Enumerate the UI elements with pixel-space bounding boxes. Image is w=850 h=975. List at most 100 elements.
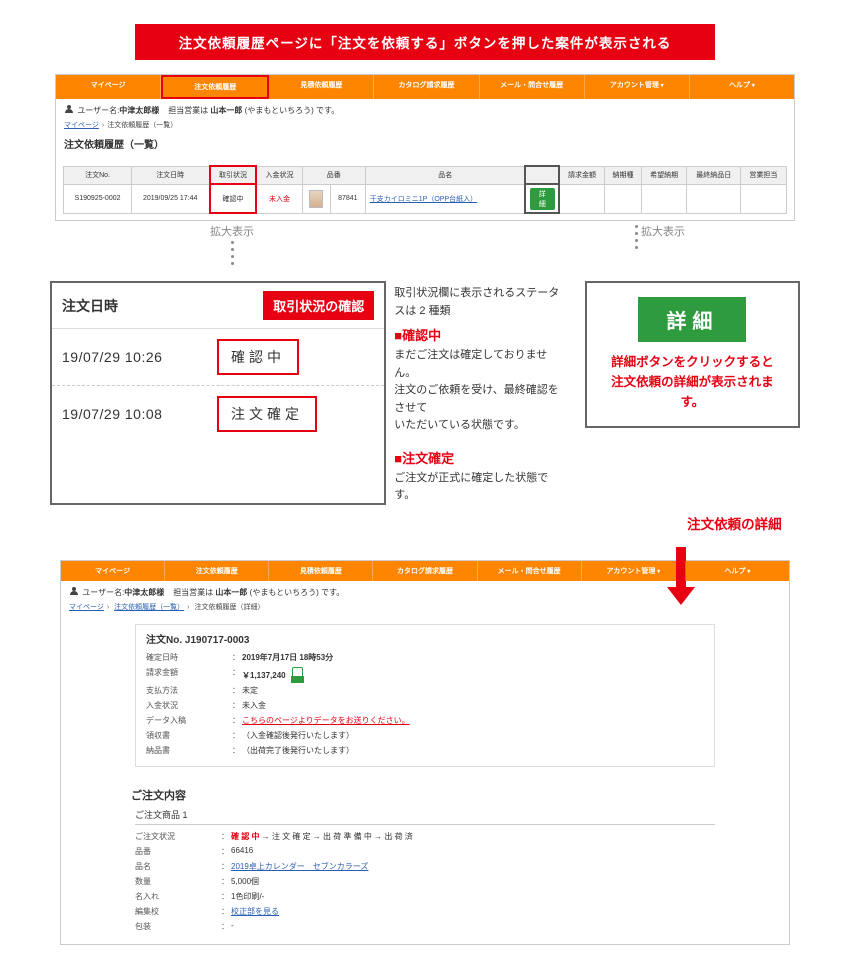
cell-name: 干支カイロミニ1P（OPP台紙入） bbox=[365, 184, 525, 213]
status-note-1-body: まだご注文は確定しておりません。 注文のご依頼を受け、最終確認をさせて いただい… bbox=[394, 347, 567, 435]
cell-delivtype bbox=[605, 184, 642, 213]
cell-sales bbox=[741, 184, 786, 213]
order-key: 入金状況 bbox=[146, 700, 232, 711]
order-content-section: ご注文商品 1 ご注文状況：確 認 中 → 注 文 確 定 → 出 荷 準 備 … bbox=[135, 805, 715, 934]
bc2-c: 注文依頼履歴（詳細） bbox=[194, 604, 264, 611]
content-value[interactable]: 2019卓上カレンダー セブンカラーズ bbox=[231, 861, 715, 872]
sales-kana-2: (やまもといちろう) です。 bbox=[250, 588, 345, 597]
breadcrumb-mypage[interactable]: マイページ bbox=[64, 122, 99, 129]
cell-final bbox=[687, 184, 741, 213]
content-value: 66416 bbox=[231, 846, 715, 857]
arrow-label: 注文依頼の詳細 bbox=[687, 517, 782, 532]
bnav-order-history[interactable]: 注文依頼履歴 bbox=[165, 561, 269, 581]
order-key: 請求金額 bbox=[146, 667, 232, 681]
status-header: 注文日時 bbox=[62, 296, 118, 316]
th-pay: 入金状況 bbox=[256, 166, 302, 184]
colon: ： bbox=[232, 700, 242, 711]
status-note-2-head: ■注文確定 bbox=[394, 449, 567, 470]
colon: ： bbox=[221, 906, 231, 917]
bnav-estimate-history[interactable]: 見積依頼履歴 bbox=[269, 561, 373, 581]
arrow-section: 注文依頼の詳細 bbox=[608, 513, 850, 550]
colon: ： bbox=[221, 861, 231, 872]
breadcrumb: マイページ›注文依頼履歴（一覧） bbox=[56, 118, 794, 134]
nav-catalog-history[interactable]: カタログ請求履歴 bbox=[374, 75, 479, 99]
content-kv-row: 包装：- bbox=[135, 919, 715, 934]
table-header-row: 注文No. 注文日時 取引状況 入金状況 品番 品名 請求金額 納期種 希望納期… bbox=[64, 166, 786, 184]
order-value: （入金確認後発行いたします） bbox=[242, 730, 704, 741]
status-note-2: ■注文確定 ご注文が正式に確定した状態です。 bbox=[394, 449, 567, 505]
status-time-1: 19/07/29 10:26 bbox=[62, 349, 217, 365]
user-name-2: 中津太郎様 bbox=[124, 588, 164, 597]
sales-name-2: 山本一郎 bbox=[215, 588, 247, 597]
product-thumb bbox=[309, 190, 323, 208]
detail-big-button: 詳細 bbox=[638, 297, 746, 342]
dots-left bbox=[210, 241, 254, 265]
content-key: 編集校 bbox=[135, 906, 221, 917]
bc2-b[interactable]: 注文依頼履歴（一覧） bbox=[114, 604, 184, 611]
status-intro: 取引状況欄に表示されるステータスは 2 種類 bbox=[394, 285, 567, 320]
cell-status: 確認中 bbox=[210, 184, 257, 213]
product-link[interactable]: 干支カイロミニ1P（OPP台紙入） bbox=[370, 196, 477, 203]
nav-mypage[interactable]: マイページ bbox=[56, 75, 161, 99]
content-kv-row: 名入れ：1色印刷/- bbox=[135, 889, 715, 904]
colon: ： bbox=[221, 876, 231, 887]
bnav-account[interactable]: アカウント管理 bbox=[582, 561, 686, 581]
nav-order-history[interactable]: 注文依頼履歴 bbox=[161, 75, 269, 99]
instruction-banner: 注文依頼履歴ページに「注文を依頼する」ボタンを押した案件が表示される bbox=[135, 24, 715, 60]
sales-kana: (やまもといちろう) です。 bbox=[245, 106, 340, 115]
th-wish: 希望納期 bbox=[641, 166, 686, 184]
order-value[interactable]: こちらのページよりデータをお送りください。 bbox=[242, 715, 704, 726]
content-value: 確 認 中 → 注 文 確 定 → 出 荷 準 備 中 → 出 荷 済 bbox=[231, 831, 715, 842]
colon: ： bbox=[232, 715, 242, 726]
bnav-mail-history[interactable]: メール・問合せ履歴 bbox=[478, 561, 582, 581]
content-value[interactable]: 校正部を見る bbox=[231, 906, 715, 917]
zoom-label-right: 拡大表示 bbox=[641, 226, 685, 238]
content-kv-row: 品番：66416 bbox=[135, 844, 715, 859]
sales-label: 担当営業は bbox=[168, 106, 208, 115]
bnav-help[interactable]: ヘルプ bbox=[686, 561, 789, 581]
cell-detail: 詳細 bbox=[525, 184, 559, 213]
nav-mail-history[interactable]: メール・問合せ履歴 bbox=[480, 75, 585, 99]
nav-help[interactable]: ヘルプ bbox=[690, 75, 794, 99]
breadcrumb-current: 注文依頼履歴（一覧） bbox=[107, 122, 177, 129]
colon: ： bbox=[232, 745, 242, 756]
nav-estimate-history[interactable]: 見積依頼履歴 bbox=[269, 75, 374, 99]
zoom-labels-row: 拡大表示 拡大表示 bbox=[210, 223, 685, 267]
th-final: 最終納品日 bbox=[687, 166, 741, 184]
user-label: ユーザー名: bbox=[77, 106, 119, 115]
bc2-a[interactable]: マイページ bbox=[69, 604, 104, 611]
content-value: 5,000個 bbox=[231, 876, 715, 887]
status-notes: 取引状況欄に表示されるステータスは 2 種類 ■確認中 まだご注文は確定しており… bbox=[386, 281, 567, 505]
bottom-nav: マイページ 注文依頼履歴 見積依頼履歴 カタログ請求履歴 メール・問合せ履歴 ア… bbox=[61, 561, 789, 581]
content-kv-row: ご注文状況：確 認 中 → 注 文 確 定 → 出 荷 準 備 中 → 出 荷 … bbox=[135, 829, 715, 844]
cell-no: S190925-0002 bbox=[64, 184, 131, 213]
th-no: 注文No. bbox=[64, 166, 131, 184]
colon: ： bbox=[221, 891, 231, 902]
th-date: 注文日時 bbox=[131, 166, 209, 184]
invoice-icon[interactable] bbox=[292, 667, 303, 681]
order-item-header: ご注文商品 1 bbox=[135, 805, 715, 825]
status-note-1-head: ■確認中 bbox=[394, 326, 567, 347]
order-list-panel: マイページ 注文依頼履歴 見積依頼履歴 カタログ請求履歴 メール・問合せ履歴 ア… bbox=[55, 74, 795, 221]
order-value: 2019年7月17日 18時53分 bbox=[242, 652, 704, 663]
order-value: 未入金 bbox=[242, 700, 704, 711]
detail-explainer-text: 詳細ボタンをクリックすると 注文依頼の詳細が表示されます。 bbox=[602, 352, 783, 412]
content-key: 品番 bbox=[135, 846, 221, 857]
order-key: 納品書 bbox=[146, 745, 232, 756]
th-status: 取引状況 bbox=[210, 166, 257, 184]
content-kv-row: 数量：5,000個 bbox=[135, 874, 715, 889]
bnav-mypage[interactable]: マイページ bbox=[61, 561, 165, 581]
content-value: - bbox=[231, 921, 715, 932]
content-kv-row: 編集校：校正部を見る bbox=[135, 904, 715, 919]
nav-account[interactable]: アカウント管理 bbox=[585, 75, 690, 99]
colon: ： bbox=[232, 685, 242, 696]
order-kv-row: 領収書：（入金確認後発行いたします） bbox=[146, 728, 704, 743]
order-kv-row: 支払方法：未定 bbox=[146, 683, 704, 698]
order-kv-row: 納品書：（出荷完了後発行いたします） bbox=[146, 743, 704, 758]
th-detail bbox=[525, 166, 559, 184]
bnav-catalog-history[interactable]: カタログ請求履歴 bbox=[373, 561, 477, 581]
order-kv-row: 請求金額：￥1,137,240 bbox=[146, 665, 704, 683]
cell-pay: 未入金 bbox=[256, 184, 302, 213]
detail-button[interactable]: 詳細 bbox=[530, 188, 555, 210]
order-kv-row: データ入稿：こちらのページよりデータをお送りください。 bbox=[146, 713, 704, 728]
